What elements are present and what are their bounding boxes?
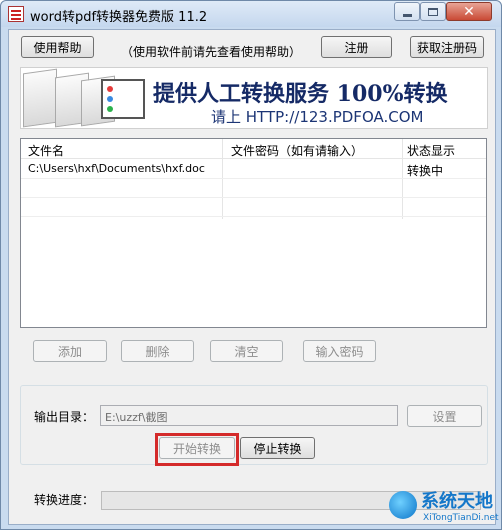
marker-dot bbox=[107, 106, 113, 112]
stop-convert-button[interactable]: 停止转换 bbox=[240, 437, 315, 459]
app-icon bbox=[8, 6, 24, 22]
column-header-password[interactable]: 文件密码（如有请输入） bbox=[231, 142, 363, 159]
file-list[interactable]: 文件名 文件密码（如有请输入） 状态显示 C:\Users\hxf\Docume… bbox=[20, 138, 487, 328]
close-icon: ✕ bbox=[463, 3, 475, 20]
minimize-icon bbox=[402, 13, 412, 17]
ad-banner[interactable]: 提供人工转换服务 100%转换 请上 HTTP://123.PDFOA.COM bbox=[20, 67, 488, 129]
window-title: word转pdf转换器免费版 11.2 bbox=[30, 10, 208, 25]
app-window: word转pdf转换器免费版 11.2 ✕ 使用帮助 （使用软件前请先查看使用帮… bbox=[0, 0, 502, 530]
output-dir-field[interactable]: E:\uzzf\截图 bbox=[100, 405, 398, 426]
help-hint: （使用软件前请先查看使用帮助） bbox=[121, 45, 302, 59]
watermark-name: 系统天地 bbox=[421, 491, 493, 512]
enter-password-button[interactable]: 输入密码 bbox=[303, 340, 376, 362]
minimize-button[interactable] bbox=[394, 2, 420, 21]
progress-label: 转换进度： bbox=[34, 493, 95, 507]
whiteboard-image bbox=[23, 68, 57, 128]
site-watermark: 系统天地 XiTongTianDi.net bbox=[383, 483, 502, 530]
clear-button[interactable]: 清空 bbox=[210, 340, 283, 362]
maximize-button[interactable] bbox=[420, 2, 446, 21]
close-button[interactable]: ✕ bbox=[446, 2, 492, 21]
table-row bbox=[21, 179, 486, 198]
watermark-logo-icon bbox=[389, 491, 417, 519]
delete-button[interactable]: 删除 bbox=[121, 340, 194, 362]
column-header-status[interactable]: 状态显示 bbox=[407, 142, 455, 159]
get-code-button[interactable]: 获取注册码 bbox=[410, 36, 484, 58]
table-row[interactable]: C:\Users\hxf\Documents\hxf.doc 转换中 bbox=[21, 160, 486, 179]
maximize-icon bbox=[428, 7, 438, 16]
cell-filename: C:\Users\hxf\Documents\hxf.doc bbox=[28, 162, 205, 175]
main-panel: 使用帮助 （使用软件前请先查看使用帮助） 注册 获取注册码 提供人工转换服务 1… bbox=[8, 29, 496, 525]
table-row bbox=[21, 198, 486, 217]
marker-dot bbox=[107, 96, 113, 102]
output-dir-label: 输出目录： bbox=[34, 410, 95, 424]
watermark-url: XiTongTianDi.net bbox=[423, 513, 499, 523]
marker-dot bbox=[107, 86, 113, 92]
whiteboard-image bbox=[101, 79, 145, 119]
title-bar[interactable]: word转pdf转换器免费版 11.2 ✕ bbox=[1, 1, 501, 27]
column-header-filename[interactable]: 文件名 bbox=[28, 142, 64, 159]
settings-button[interactable]: 设置 bbox=[407, 405, 482, 427]
highlight-box bbox=[155, 433, 239, 466]
banner-headline: 提供人工转换服务 100%转换 bbox=[153, 81, 448, 107]
file-list-header: 文件名 文件密码（如有请输入） 状态显示 bbox=[21, 139, 486, 159]
help-button[interactable]: 使用帮助 bbox=[21, 36, 94, 58]
add-button[interactable]: 添加 bbox=[33, 340, 107, 362]
cell-status: 转换中 bbox=[407, 164, 444, 178]
banner-url: 请上 HTTP://123.PDFOA.COM bbox=[211, 108, 424, 126]
register-button[interactable]: 注册 bbox=[321, 36, 392, 58]
